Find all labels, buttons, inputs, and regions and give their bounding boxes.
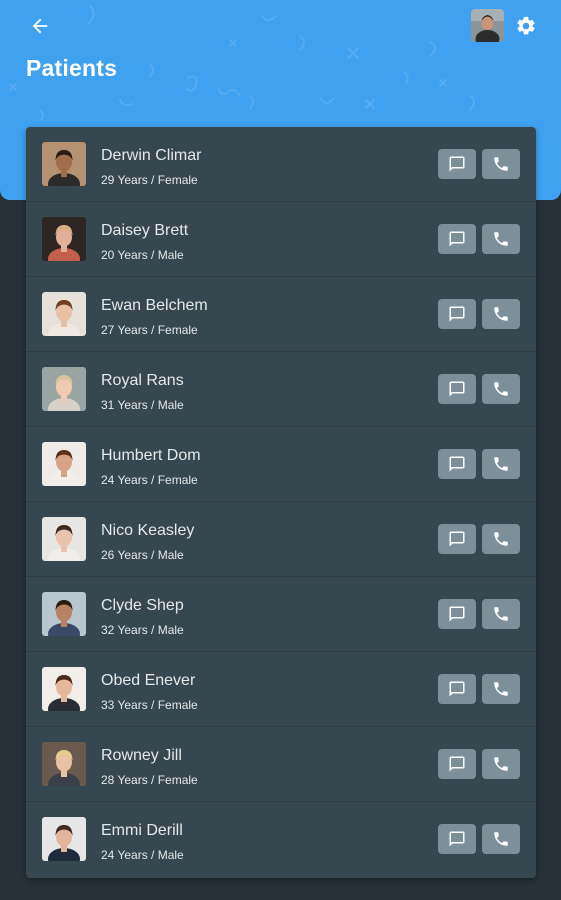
patient-photo	[42, 517, 86, 561]
patient-name: Nico Keasley	[101, 522, 195, 539]
message-icon	[449, 681, 465, 697]
phone-icon	[494, 382, 508, 396]
message-icon	[449, 306, 465, 322]
patient-age-gender: 24 Years / Female	[101, 473, 198, 487]
patient-age-gender: 32 Years / Male	[101, 623, 184, 637]
call-button[interactable]	[482, 599, 520, 629]
back-button[interactable]	[26, 12, 54, 40]
patient-age-gender: 27 Years / Female	[101, 323, 198, 337]
patient-age-gender: 29 Years / Female	[101, 173, 198, 187]
patient-age-gender: 28 Years / Female	[101, 773, 198, 787]
phone-icon	[494, 307, 508, 321]
gear-icon	[517, 16, 535, 35]
settings-button[interactable]	[513, 13, 539, 39]
call-button[interactable]	[482, 824, 520, 854]
message-button[interactable]	[438, 149, 476, 179]
phone-icon	[494, 532, 508, 546]
patient-avatar	[42, 217, 86, 261]
message-icon	[449, 156, 465, 172]
patient-avatar	[42, 592, 86, 636]
call-button[interactable]	[482, 299, 520, 329]
patient-photo	[42, 367, 86, 411]
call-button[interactable]	[482, 749, 520, 779]
patient-photo	[42, 817, 86, 861]
patient-row[interactable]: Ewan Belchem 27 Years / Female	[26, 277, 536, 352]
phone-icon	[494, 832, 508, 846]
phone-icon	[494, 682, 508, 696]
patient-avatar	[42, 742, 86, 786]
phone-icon	[494, 457, 508, 471]
phone-icon	[494, 607, 508, 621]
patient-age-gender: 26 Years / Male	[101, 548, 184, 562]
patient-avatar	[42, 142, 86, 186]
phone-icon	[494, 757, 508, 771]
patient-row[interactable]: Emmi Derill 24 Years / Male	[26, 802, 536, 877]
call-button[interactable]	[482, 224, 520, 254]
message-icon	[449, 756, 465, 772]
message-icon	[449, 831, 465, 847]
patient-avatar	[42, 667, 86, 711]
phone-icon	[494, 232, 508, 246]
call-button[interactable]	[482, 449, 520, 479]
patient-name: Emmi Derill	[101, 822, 183, 839]
patient-row[interactable]: Derwin Climar 29 Years / Female	[26, 127, 536, 202]
message-icon	[449, 231, 465, 247]
patient-row[interactable]: Obed Enever 33 Years / Female	[26, 652, 536, 727]
patient-avatar	[42, 442, 86, 486]
patient-photo	[42, 667, 86, 711]
patient-photo	[42, 742, 86, 786]
message-button[interactable]	[438, 674, 476, 704]
profile-avatar-button[interactable]	[471, 9, 504, 42]
patient-photo	[42, 142, 86, 186]
call-button[interactable]	[482, 674, 520, 704]
message-button[interactable]	[438, 749, 476, 779]
patient-age-gender: 24 Years / Male	[101, 848, 184, 862]
patient-name: Daisey Brett	[101, 222, 189, 239]
patient-age-gender: 33 Years / Female	[101, 698, 198, 712]
patient-photo	[42, 592, 86, 636]
patient-row[interactable]: Rowney Jill 28 Years / Female	[26, 727, 536, 802]
call-button[interactable]	[482, 374, 520, 404]
patient-name: Clyde Shep	[101, 597, 184, 614]
patient-name: Royal Rans	[101, 372, 184, 389]
patient-avatar	[42, 517, 86, 561]
phone-icon	[494, 157, 508, 171]
patient-avatar	[42, 817, 86, 861]
patient-name: Humbert Dom	[101, 447, 201, 464]
message-icon	[449, 531, 465, 547]
patient-name: Derwin Climar	[101, 147, 202, 164]
call-button[interactable]	[482, 524, 520, 554]
message-icon	[449, 606, 465, 622]
patient-row[interactable]: Clyde Shep 32 Years / Male	[26, 577, 536, 652]
message-button[interactable]	[438, 824, 476, 854]
patient-avatar	[42, 367, 86, 411]
message-button[interactable]	[438, 299, 476, 329]
message-icon	[449, 456, 465, 472]
patient-name: Obed Enever	[101, 672, 196, 689]
message-icon	[449, 381, 465, 397]
patient-name: Ewan Belchem	[101, 297, 208, 314]
user-avatar	[471, 9, 504, 42]
patient-row[interactable]: Nico Keasley 26 Years / Male	[26, 502, 536, 577]
page-title: Patients	[26, 55, 118, 81]
message-button[interactable]	[438, 524, 476, 554]
patient-photo	[42, 442, 86, 486]
patient-avatar	[42, 292, 86, 336]
patients-screen: Patients Derwin Climar 29 Years / Female D…	[0, 0, 561, 900]
patient-name: Rowney Jill	[101, 747, 182, 764]
patient-age-gender: 31 Years / Male	[101, 398, 184, 412]
message-button[interactable]	[438, 449, 476, 479]
message-button[interactable]	[438, 599, 476, 629]
patient-row[interactable]: Daisey Brett 20 Years / Male	[26, 202, 536, 277]
patient-row[interactable]: Humbert Dom 24 Years / Female	[26, 427, 536, 502]
arrow-left-icon	[32, 18, 48, 34]
patient-row[interactable]: Royal Rans 31 Years / Male	[26, 352, 536, 427]
call-button[interactable]	[482, 149, 520, 179]
patient-list: Derwin Climar 29 Years / Female Daisey Bre…	[26, 127, 536, 878]
patient-photo	[42, 217, 86, 261]
message-button[interactable]	[438, 374, 476, 404]
patient-photo	[42, 292, 86, 336]
message-button[interactable]	[438, 224, 476, 254]
patient-age-gender: 20 Years / Male	[101, 248, 184, 262]
